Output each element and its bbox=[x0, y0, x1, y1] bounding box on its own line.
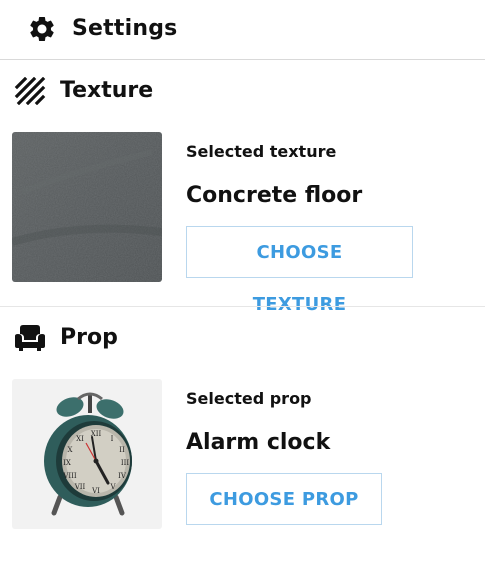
texture-section-header: Texture bbox=[12, 75, 472, 107]
svg-text:I: I bbox=[111, 435, 114, 443]
prop-thumbnail: XII I II III IV V VI VII VIII IX X XI bbox=[12, 379, 162, 529]
texture-thumbnail bbox=[12, 132, 162, 282]
settings-header: Settings bbox=[0, 0, 485, 60]
svg-text:V: V bbox=[109, 483, 116, 491]
svg-text:II: II bbox=[119, 446, 125, 454]
selected-texture-caption: Selected texture bbox=[186, 142, 337, 161]
svg-text:VI: VI bbox=[91, 487, 100, 495]
choose-texture-button[interactable]: CHOOSE TEXTURE bbox=[186, 226, 413, 315]
svg-text:VIII: VIII bbox=[62, 472, 77, 480]
prop-section-title: Prop bbox=[60, 325, 118, 350]
texture-section-title: Texture bbox=[60, 78, 154, 103]
selected-prop-caption: Selected prop bbox=[186, 389, 312, 408]
svg-text:X: X bbox=[68, 446, 73, 454]
selected-prop-value: Alarm clock bbox=[186, 430, 331, 455]
page-title: Settings bbox=[72, 16, 178, 41]
svg-text:XI: XI bbox=[76, 435, 84, 443]
svg-text:VII: VII bbox=[74, 483, 86, 491]
selected-texture-value: Concrete floor bbox=[186, 183, 363, 208]
section-divider bbox=[0, 306, 485, 307]
diagonal-stripes-icon bbox=[14, 77, 46, 105]
svg-text:III: III bbox=[121, 459, 130, 467]
prop-section-header: Prop bbox=[12, 322, 472, 354]
svg-text:IX: IX bbox=[63, 459, 71, 467]
armchair-icon bbox=[15, 325, 45, 351]
gear-icon bbox=[30, 16, 54, 41]
svg-text:IV: IV bbox=[118, 472, 127, 480]
alarm-clock-icon: XII I II III IV V VI VII VIII IX X XI bbox=[44, 392, 132, 516]
choose-prop-button[interactable]: CHOOSE PROP bbox=[186, 473, 382, 525]
